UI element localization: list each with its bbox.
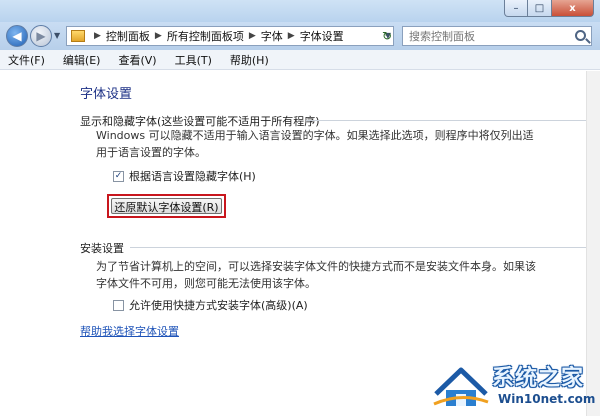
- address-bar[interactable]: ▶ 控制面板 ▶ 所有控制面板项 ▶ 字体 ▶ 字体设置 ▼: [66, 26, 394, 46]
- site-watermark: 系统之家 Win10net.com: [432, 350, 600, 416]
- allow-shortcut-checkbox-label[interactable]: 允许使用快捷方式安装字体(高级)(A): [129, 297, 308, 313]
- forward-arrow-icon: ▶: [36, 29, 46, 43]
- back-arrow-icon: ◀: [12, 29, 22, 43]
- breadcrumb-item-fonts[interactable]: 字体: [261, 28, 283, 44]
- page-title: 字体设置: [80, 87, 133, 102]
- house-logo-icon: [433, 367, 489, 406]
- menu-edit[interactable]: 编辑(E): [63, 52, 101, 68]
- search-icon[interactable]: [575, 30, 586, 41]
- chevron-right-icon[interactable]: ▶: [155, 31, 162, 41]
- install-settings-heading: 安装设置: [80, 242, 124, 255]
- watermark-title: 系统之家: [492, 366, 585, 391]
- recent-pages-dropdown-icon[interactable]: ▼: [54, 31, 60, 40]
- breadcrumb-item-font-settings[interactable]: 字体设置: [300, 28, 344, 44]
- close-button[interactable]: x: [552, 0, 594, 17]
- breadcrumb-item-control-panel[interactable]: 控制面板: [106, 28, 150, 44]
- restore-default-fonts-button[interactable]: 还原默认字体设置(R): [111, 198, 222, 214]
- help-choose-font-settings-link[interactable]: 帮助我选择字体设置: [80, 323, 179, 339]
- menu-bar: 文件(F) 编辑(E) 查看(V) 工具(T) 帮助(H): [0, 50, 600, 70]
- watermark-url: Win10net.com: [498, 392, 596, 406]
- search-input[interactable]: [409, 29, 569, 43]
- search-box[interactable]: [402, 26, 592, 46]
- chevron-right-icon: ▶: [94, 31, 101, 41]
- caption-buttons: – □ x: [504, 0, 594, 17]
- hide-fonts-checkbox-row[interactable]: ✓ 根据语言设置隐藏字体(H): [113, 168, 256, 184]
- breadcrumb: ▶ 控制面板 ▶ 所有控制面板项 ▶ 字体 ▶ 字体设置: [89, 28, 344, 44]
- allow-shortcut-checkbox[interactable]: [113, 299, 124, 311]
- navigation-bar: ◀ ▶ ▼ ▶ 控制面板 ▶ 所有控制面板项 ▶ 字体 ▶ 字体设置 ▼ ↻: [0, 22, 600, 50]
- allow-shortcut-checkbox-row[interactable]: 允许使用快捷方式安装字体(高级)(A): [113, 297, 308, 313]
- hide-fonts-description: Windows 可以隐藏不适用于输入语言设置的字体。如果选择此选项，则程序中将仅…: [96, 129, 534, 159]
- menu-tools[interactable]: 工具(T): [175, 52, 212, 68]
- divider: [306, 120, 588, 121]
- hide-fonts-checkbox[interactable]: ✓: [113, 170, 124, 182]
- install-settings-description: 为了节省计算机上的空间，可以选择安装字体文件的快捷方式而不是安装文件本身。如果该…: [96, 260, 536, 290]
- forward-button[interactable]: ▶: [30, 25, 52, 47]
- refresh-icon[interactable]: ↻: [378, 27, 396, 45]
- menu-file[interactable]: 文件(F): [8, 52, 45, 68]
- control-panel-icon: [71, 30, 85, 42]
- chevron-right-icon[interactable]: ▶: [249, 31, 256, 41]
- menu-help[interactable]: 帮助(H): [230, 52, 269, 68]
- hide-fonts-checkbox-label[interactable]: 根据语言设置隐藏字体(H): [129, 168, 256, 184]
- breadcrumb-item-all-items[interactable]: 所有控制面板项: [167, 28, 244, 44]
- back-button[interactable]: ◀: [6, 25, 28, 47]
- menu-view[interactable]: 查看(V): [118, 52, 156, 68]
- minimize-button[interactable]: –: [504, 0, 528, 17]
- divider: [130, 247, 588, 248]
- window-title-bar: – □ x: [0, 0, 600, 22]
- maximize-button[interactable]: □: [528, 0, 552, 17]
- chevron-right-icon[interactable]: ▶: [288, 31, 295, 41]
- highlight-box: 还原默认字体设置(R): [107, 194, 226, 218]
